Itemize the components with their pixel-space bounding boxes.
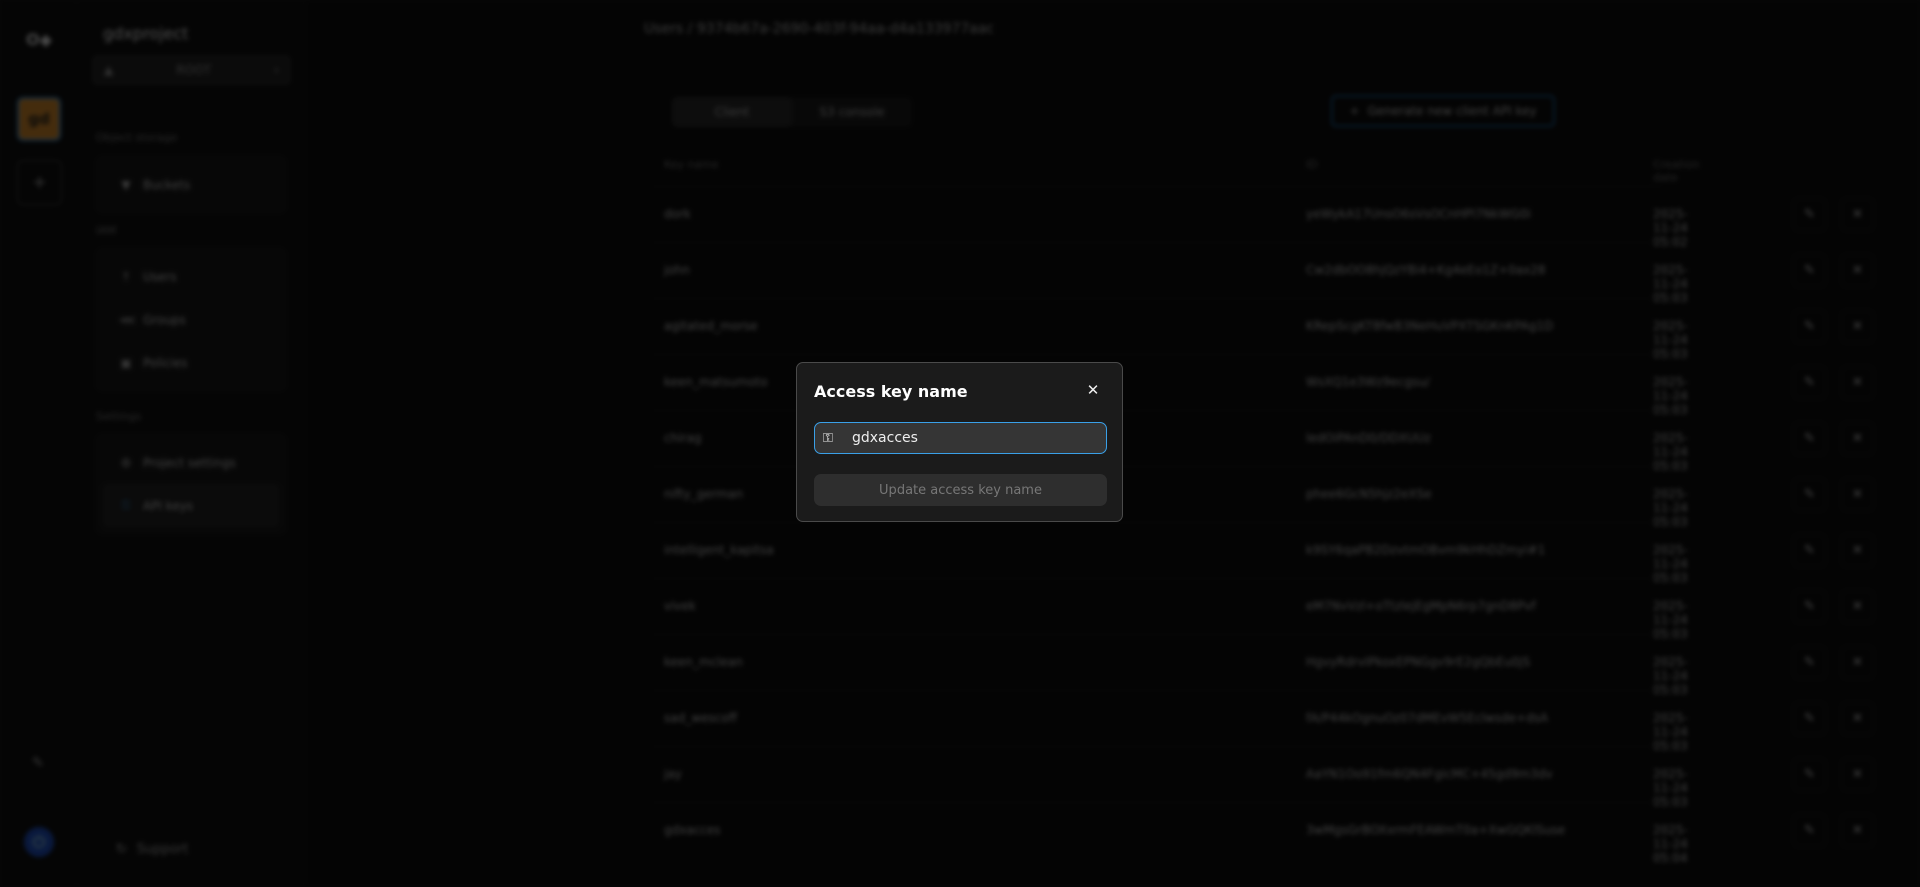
close-icon[interactable]: ✕ — [1083, 380, 1103, 400]
update-key-name-button[interactable]: Update access key name — [814, 474, 1107, 506]
key-name-input[interactable] — [852, 430, 1106, 446]
rename-key-dialog: Access key name ✕ ⚿ Update access key na… — [796, 362, 1123, 522]
key-icon: ⚿ — [823, 430, 833, 446]
key-name-field[interactable]: ⚿ — [814, 422, 1107, 454]
dialog-title: Access key name — [814, 382, 968, 401]
